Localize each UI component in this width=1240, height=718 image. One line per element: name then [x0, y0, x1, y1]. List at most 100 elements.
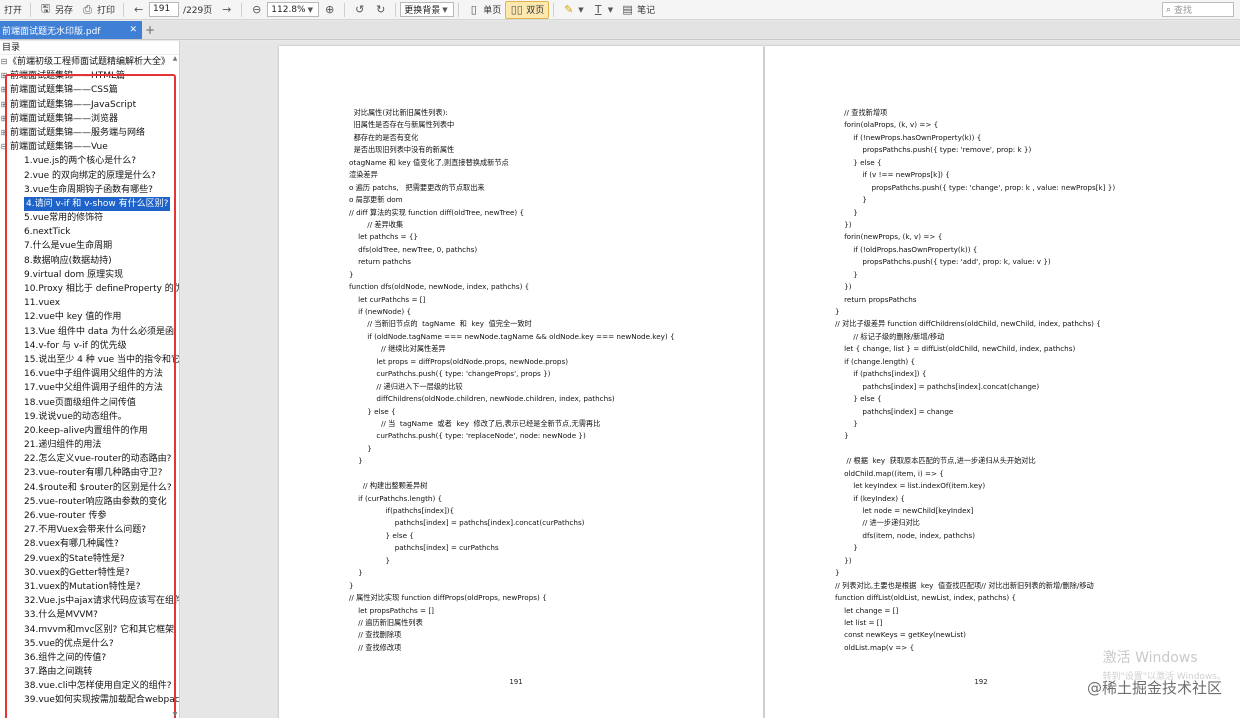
- outline-item[interactable]: 7.什么是vue生命周期: [0, 239, 179, 253]
- outline-item[interactable]: 14.v-for 与 v-if 的优先级: [0, 339, 179, 353]
- page-left-text: 对比属性(对比新旧属性列表): 旧属性是否存在与新属性列表中 都存在的是否有变化…: [349, 107, 675, 654]
- scroll-down-icon[interactable]: ▼: [172, 711, 178, 718]
- new-tab-button[interactable]: +: [142, 21, 158, 39]
- outline-section[interactable]: ⊞ 前端面试题集锦——HTML篇: [0, 69, 179, 83]
- outline-item[interactable]: 20.keep-alive内置组件的作用: [0, 424, 179, 438]
- prev-page-button[interactable]: ←: [128, 1, 149, 19]
- outline-root[interactable]: ⊟ 《前端初级工程师面试题精编解析大全》: [0, 55, 179, 69]
- search-input[interactable]: ⌕ 查找: [1162, 2, 1234, 17]
- outline-item-label: 29.vuex的State特性是?: [24, 553, 125, 564]
- outline-section[interactable]: ⊞ 前端面试题集锦——JavaScript: [0, 98, 179, 112]
- text-line: curPathchs.push({ type: 'replaceNode', n…: [349, 431, 586, 441]
- outline-item[interactable]: 16.vue中子组件调用父组件的方法: [0, 367, 179, 381]
- open-button[interactable]: 打开: [0, 1, 26, 19]
- text-line: } else {: [835, 157, 882, 167]
- outline-item[interactable]: 32.Vue.js中ajax请求代码应该写在组件: [0, 594, 179, 608]
- outline-item[interactable]: 37.路由之间跳转: [0, 665, 179, 679]
- tab-document[interactable]: 前端面试题无水印版.pdf ✕: [0, 21, 142, 39]
- outline-item[interactable]: 6.nextTick: [0, 225, 179, 239]
- outline-item[interactable]: 22.怎么定义vue-router的动态路由?: [0, 452, 179, 466]
- outline-item[interactable]: 31.vuex的Mutation特性是?: [0, 580, 179, 594]
- outline-section[interactable]: ⊞ 前端面试题集锦——CSS篇: [0, 83, 179, 97]
- text-color-button[interactable]: T ▼: [588, 1, 617, 19]
- close-icon[interactable]: ✕: [129, 25, 137, 35]
- outline-item[interactable]: 2.vue 的双向绑定的原理是什么?: [0, 169, 179, 183]
- outline-item[interactable]: 39.vue如何实现按需加载配合webpac: [0, 693, 179, 707]
- page-number-input[interactable]: 191: [149, 2, 180, 17]
- outline-item[interactable]: 13.Vue 组件中 data 为什么必须是函: [0, 325, 179, 339]
- outline-item[interactable]: 30.vuex的Getter特性是?: [0, 566, 179, 580]
- zoom-select[interactable]: 112.8% ▼: [267, 2, 320, 17]
- outline-item[interactable]: 15.说出至少 4 种 vue 当中的指令和它: [0, 353, 179, 367]
- single-page-label: 单页: [483, 6, 502, 16]
- outline-item[interactable]: 33.什么是MVVM?: [0, 608, 179, 622]
- double-page-button[interactable]: ▯▯ 双页: [505, 0, 550, 19]
- document-viewport[interactable]: 对比属性(对比新旧属性列表): 旧属性是否存在与新属性列表中 都存在的是否有变化…: [181, 41, 1240, 718]
- expand-icon[interactable]: ⊞: [0, 126, 8, 140]
- outline-item[interactable]: 4.请问 v-if 和 v-show 有什么区别?: [0, 196, 179, 212]
- zoom-out-button[interactable]: ⊖: [246, 1, 267, 19]
- outline-item[interactable]: 27.不用Vuex会带来什么问题?: [0, 523, 179, 537]
- outline-item[interactable]: 25.vue-router响应路由参数的变化: [0, 495, 179, 509]
- chevron-down-icon: ▼: [578, 5, 584, 14]
- rotate-right-icon: ↻: [376, 3, 386, 16]
- text-line: if (!oldProps.hasOwnProperty(k)) {: [835, 244, 978, 254]
- outline-item-label: 12.vue中 key 值的作用: [24, 312, 122, 323]
- outline-item[interactable]: 35.vue的优点是什么?: [0, 637, 179, 651]
- outline-section[interactable]: ⊞ 前端面试题集锦——浏览器: [0, 112, 179, 126]
- outline-item[interactable]: 23.vue-router有哪几种路由守卫?: [0, 466, 179, 480]
- note-label: 笔记: [637, 6, 656, 16]
- outline-item[interactable]: 24.$route和 $router的区别是什么?: [0, 481, 179, 495]
- outline-item[interactable]: 36.组件之间的传值?: [0, 651, 179, 665]
- outline-item[interactable]: 5.vue常用的修饰符: [0, 211, 179, 225]
- outline-item[interactable]: 11.vuex: [0, 296, 179, 310]
- text-line: }): [835, 282, 852, 292]
- zoom-in-button[interactable]: ⊕: [319, 1, 340, 19]
- outline-item-label: 15.说出至少 4 种 vue 当中的指令和它: [24, 354, 179, 365]
- outline-item-label: 25.vue-router响应路由参数的变化: [24, 496, 167, 507]
- next-page-button[interactable]: →: [216, 1, 237, 19]
- background-select[interactable]: 更换背景 ▼: [400, 2, 455, 17]
- single-page-button[interactable]: ▯ 单页: [463, 1, 505, 19]
- outline-item[interactable]: 8.数据响应(数据劫持): [0, 254, 179, 268]
- collapse-icon[interactable]: ⊟: [0, 55, 8, 69]
- expand-icon[interactable]: ⊞: [0, 69, 8, 83]
- background-label: 更换背景: [404, 6, 441, 16]
- note-button[interactable]: ▤ 笔记: [617, 1, 659, 19]
- expand-icon[interactable]: ⊞: [0, 112, 8, 126]
- text-line: function dfs(oldNode, newNode, index, pa…: [349, 282, 530, 292]
- outline-item[interactable]: 9.virtual dom 原理实现: [0, 268, 179, 282]
- scroll-up-icon[interactable]: ▲: [172, 55, 178, 62]
- expand-icon[interactable]: ⊞: [0, 98, 8, 112]
- text-line: let curPathchs = []: [349, 294, 426, 304]
- save-as-button[interactable]: 🖫 另存: [35, 1, 77, 19]
- outline-item[interactable]: 19.说说vue的动态组件。: [0, 410, 179, 424]
- text-line: diffChildrens(oldNode.children, newNode.…: [349, 394, 615, 404]
- outline-item[interactable]: 26.vue-router 传参: [0, 509, 179, 523]
- outline-item-label: 17.vue中父组件调用子组件的方法: [24, 383, 163, 394]
- print-button[interactable]: ⎙ 打印: [77, 1, 119, 19]
- text-line: if(pathchs[index]){: [349, 506, 455, 515]
- outline-item[interactable]: 38.vue.cli中怎样使用自定义的组件?: [0, 679, 179, 693]
- sidebar-scrollbar[interactable]: ▲ ▼: [172, 55, 178, 718]
- rotate-left-button[interactable]: ↺: [349, 1, 370, 19]
- outline-item[interactable]: 12.vue中 key 值的作用: [0, 310, 179, 324]
- expand-icon[interactable]: ⊞: [0, 83, 8, 97]
- outline-item[interactable]: 1.vue.js的两个核心是什么?: [0, 154, 179, 168]
- outline-item[interactable]: 10.Proxy 相比于 defineProperty 的优: [0, 282, 179, 296]
- rotate-right-button[interactable]: ↻: [370, 1, 391, 19]
- outline-item[interactable]: 21.递归组件的用法: [0, 438, 179, 452]
- outline-item[interactable]: 3.vue生命周期钩子函数有哪些?: [0, 183, 179, 197]
- outline-item[interactable]: 18.vue页面级组件之间传值: [0, 396, 179, 410]
- outline-section[interactable]: ⊟ 前端面试题集锦——Vue: [0, 140, 179, 154]
- highlight-button[interactable]: ✎ ▼: [558, 1, 587, 19]
- outline-item[interactable]: 34.mvvm和mvc区别? 它和其它框架: [0, 623, 179, 637]
- text-line: forin(olaProps, (k, v) => {: [835, 120, 939, 130]
- outline-item[interactable]: 29.vuex的State特性是?: [0, 552, 179, 566]
- text-line: // 构建出整颗差异树: [349, 481, 428, 491]
- outline-item[interactable]: 17.vue中父组件调用子组件的方法: [0, 381, 179, 395]
- outline-item[interactable]: 28.vuex有哪几种属性?: [0, 537, 179, 551]
- text-line: // 对比子级差异 function diffChildrens(oldChil…: [835, 319, 1101, 329]
- outline-section[interactable]: ⊞ 前端面试题集锦——服务端与网络: [0, 126, 179, 140]
- collapse-icon[interactable]: ⊟: [0, 140, 8, 154]
